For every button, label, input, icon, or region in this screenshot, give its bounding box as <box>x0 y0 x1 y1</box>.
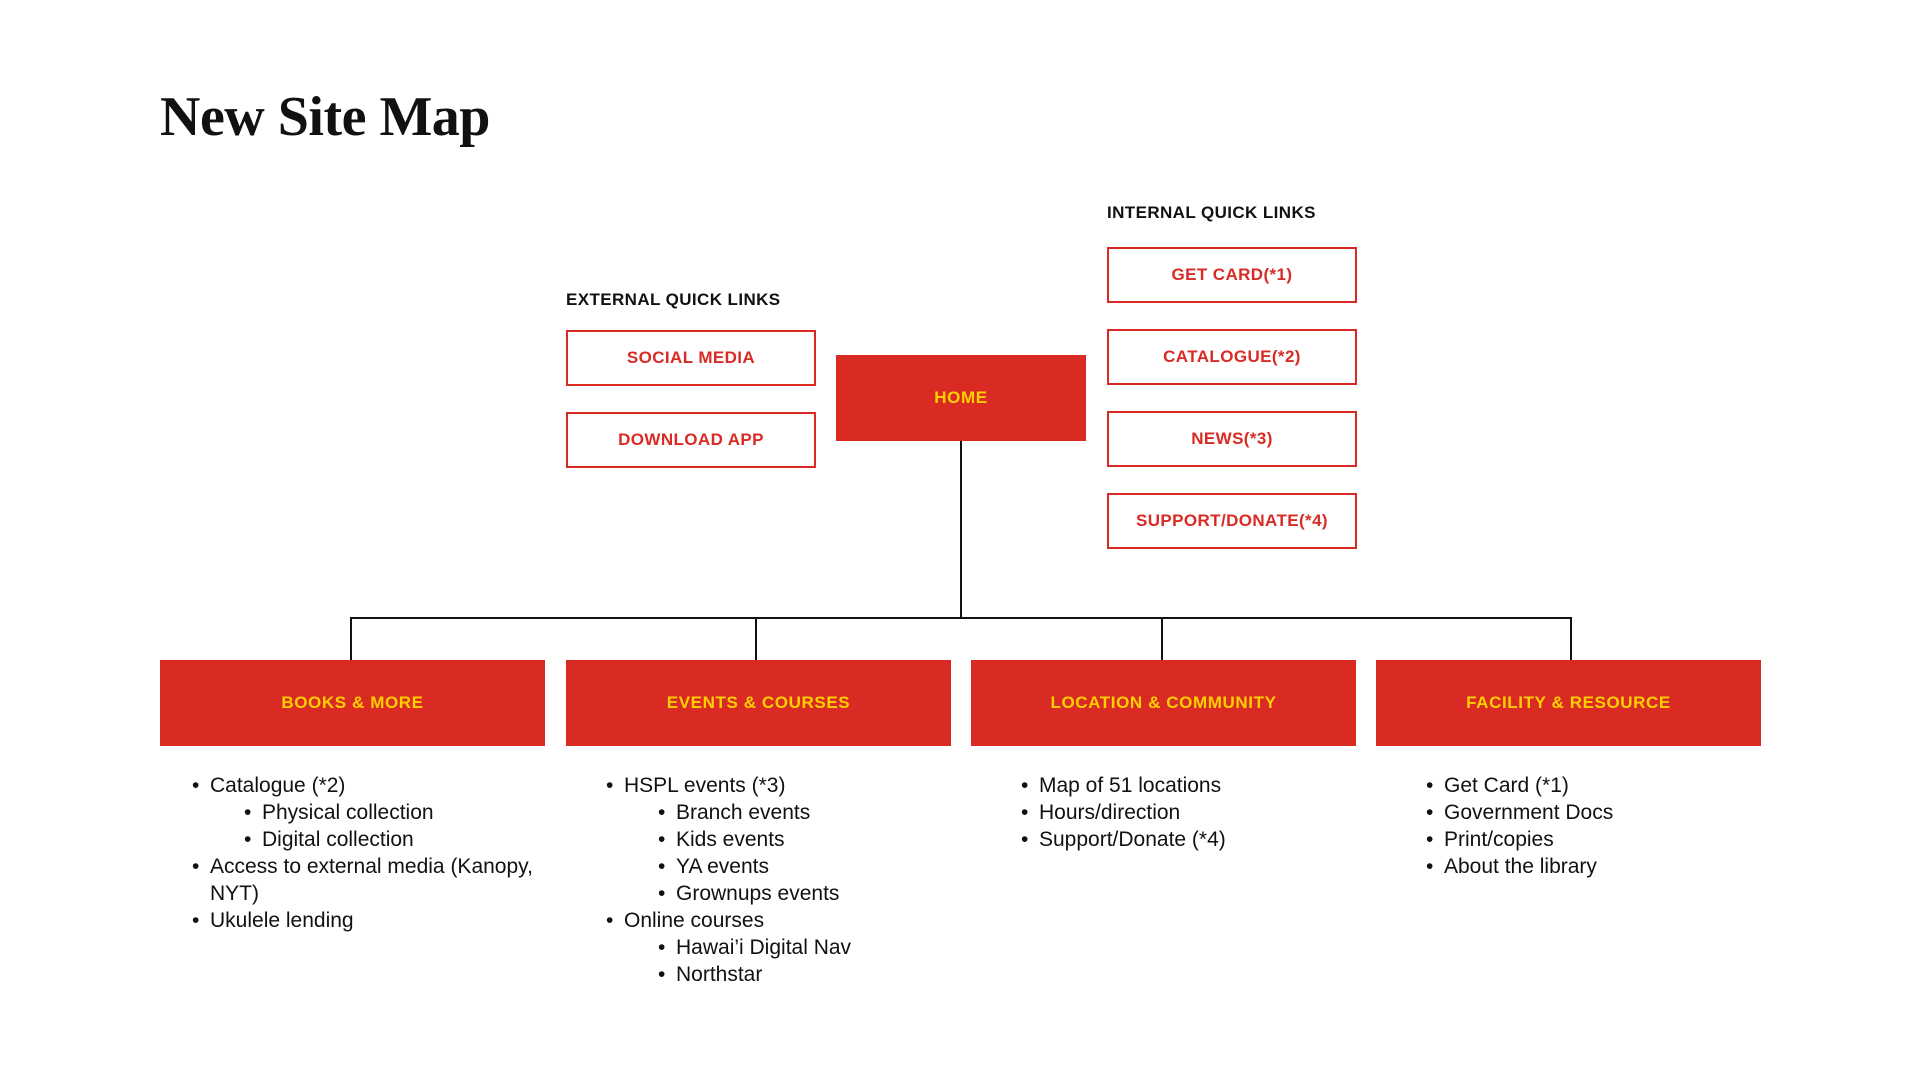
list-item-text: HSPL events (*3) <box>624 772 951 799</box>
list-item-text: Online courses <box>624 907 951 934</box>
connector-drop-location-community <box>1161 617 1163 660</box>
list-item: Catalogue (*2) Physical collection Digit… <box>190 772 545 853</box>
internal-quick-link-news[interactable]: NEWS(*3) <box>1107 411 1357 467</box>
external-quick-link-social-media-label: SOCIAL MEDIA <box>626 348 756 367</box>
category-header-location-community[interactable]: LOCATION & COMMUNITY <box>971 660 1356 746</box>
connector-drop-books-more <box>350 617 352 660</box>
list-item-text: Catalogue (*2) <box>210 772 545 799</box>
list-item: Print/copies <box>1424 826 1761 853</box>
category-header-events-courses[interactable]: EVENTS & COURSES <box>566 660 951 746</box>
category-header-location-community-label: LOCATION & COMMUNITY <box>1050 693 1277 712</box>
list-item-text: About the library <box>1444 853 1761 880</box>
internal-quick-link-get-card[interactable]: GET CARD(*1) <box>1107 247 1357 303</box>
category-facility-resource: FACILITY & RESOURCE Get Card (*1) Govern… <box>1376 660 1761 880</box>
list-item: Map of 51 locations <box>1019 772 1356 799</box>
connector-drop-events-courses <box>755 617 757 660</box>
internal-quick-link-news-label: NEWS(*3) <box>1191 429 1273 448</box>
node-home-label: HOME <box>934 388 988 407</box>
internal-quick-link-support-donate[interactable]: SUPPORT/DONATE(*4) <box>1107 493 1357 549</box>
sub-list-item: Kids events <box>656 826 951 853</box>
sub-list-item: Physical collection <box>242 799 545 826</box>
category-events-courses: EVENTS & COURSES HSPL events (*3) Branch… <box>566 660 951 988</box>
site-map-canvas: New Site Map EXTERNAL QUICK LINKS SOCIAL… <box>0 0 1920 1080</box>
category-body-facility-resource: Get Card (*1) Government Docs Print/copi… <box>1376 772 1761 880</box>
list-item: Hours/direction <box>1019 799 1356 826</box>
connector-horizontal-bus <box>350 617 1572 619</box>
list-item: Government Docs <box>1424 799 1761 826</box>
internal-quick-link-catalogue-label: CATALOGUE(*2) <box>1163 347 1301 366</box>
category-header-books-more-label: BOOKS & MORE <box>281 693 424 712</box>
list-item-text: Map of 51 locations <box>1039 772 1356 799</box>
internal-quick-link-get-card-label: GET CARD(*1) <box>1171 265 1293 284</box>
list-item-text: Print/copies <box>1444 826 1761 853</box>
sub-list-item: Branch events <box>656 799 951 826</box>
connector-home-trunk <box>960 441 962 618</box>
category-header-facility-resource-label: FACILITY & RESOURCE <box>1466 693 1671 712</box>
internal-quick-link-support-donate-label: SUPPORT/DONATE(*4) <box>1135 511 1328 530</box>
sub-list-item: Hawai’i Digital Nav <box>656 934 951 961</box>
list-item-text: Get Card (*1) <box>1444 772 1761 799</box>
bullet-list-facility-resource: Get Card (*1) Government Docs Print/copi… <box>1424 772 1761 880</box>
list-item: HSPL events (*3) Branch events Kids even… <box>604 772 951 907</box>
sub-list-item: Digital collection <box>242 826 545 853</box>
sub-list-item: Grownups events <box>656 880 951 907</box>
category-body-events-courses: HSPL events (*3) Branch events Kids even… <box>566 772 951 988</box>
sub-list: Physical collection Digital collection <box>210 799 545 853</box>
list-item: Support/Donate (*4) <box>1019 826 1356 853</box>
external-quick-links-label: EXTERNAL QUICK LINKS <box>566 290 781 309</box>
list-item-text: Support/Donate (*4) <box>1039 826 1356 853</box>
external-quick-link-download-app[interactable]: DOWNLOAD APP <box>566 412 816 468</box>
category-header-facility-resource[interactable]: FACILITY & RESOURCE <box>1376 660 1761 746</box>
page-title: New Site Map <box>160 86 490 148</box>
category-books-more: BOOKS & MORE Catalogue (*2) Physical col… <box>160 660 545 934</box>
list-item: Ukulele lending <box>190 907 545 934</box>
bullet-list-location-community: Map of 51 locations Hours/direction Supp… <box>1019 772 1356 853</box>
external-quick-link-download-app-label: DOWNLOAD APP <box>618 430 764 449</box>
category-body-location-community: Map of 51 locations Hours/direction Supp… <box>971 772 1356 853</box>
list-item-text: Ukulele lending <box>210 907 545 934</box>
list-item: About the library <box>1424 853 1761 880</box>
list-item-text: Access to external media (Kanopy, NYT) <box>210 853 545 907</box>
list-item-text: Hours/direction <box>1039 799 1356 826</box>
category-body-books-more: Catalogue (*2) Physical collection Digit… <box>160 772 545 934</box>
sub-list-item: YA events <box>656 853 951 880</box>
list-item: Online courses Hawai’i Digital Nav North… <box>604 907 951 988</box>
category-location-community: LOCATION & COMMUNITY Map of 51 locations… <box>971 660 1356 853</box>
internal-quick-links-label: INTERNAL QUICK LINKS <box>1107 203 1316 222</box>
connector-drop-facility-resource <box>1570 617 1572 660</box>
list-item: Access to external media (Kanopy, NYT) <box>190 853 545 907</box>
bullet-list-events-courses: HSPL events (*3) Branch events Kids even… <box>604 772 951 988</box>
category-header-books-more[interactable]: BOOKS & MORE <box>160 660 545 746</box>
sub-list-item: Northstar <box>656 961 951 988</box>
bullet-list-books-more: Catalogue (*2) Physical collection Digit… <box>190 772 545 934</box>
sub-list: Hawai’i Digital Nav Northstar <box>624 934 951 988</box>
internal-quick-link-catalogue[interactable]: CATALOGUE(*2) <box>1107 329 1357 385</box>
list-item-text: Government Docs <box>1444 799 1761 826</box>
category-header-events-courses-label: EVENTS & COURSES <box>666 693 851 712</box>
list-item: Get Card (*1) <box>1424 772 1761 799</box>
node-home[interactable]: HOME <box>836 355 1086 441</box>
sub-list: Branch events Kids events YA events Grow… <box>624 799 951 907</box>
external-quick-link-social-media[interactable]: SOCIAL MEDIA <box>566 330 816 386</box>
